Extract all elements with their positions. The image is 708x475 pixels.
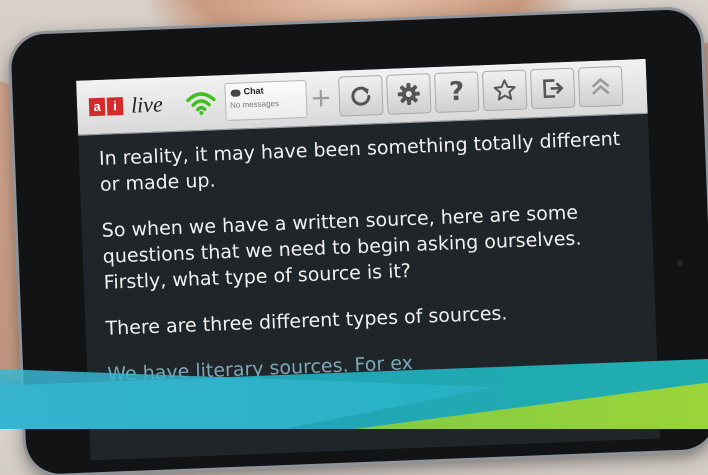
paragraph-3: There are three different types of sourc… [105,302,508,340]
logo-word: live [130,91,164,118]
chat-title: Chat [243,85,264,97]
logo-letter-a: a [88,97,106,117]
help-button[interactable]: ? [434,71,480,113]
wifi-icon [186,92,216,115]
exit-icon [543,79,564,99]
add-button[interactable]: + [308,81,333,116]
chat-status: No messages [229,98,280,110]
app-logo: a i live [88,91,164,118]
star-icon [493,79,516,101]
gear-icon [397,82,420,106]
favorite-button[interactable] [481,69,528,112]
chevron-up-icon [591,77,610,95]
paragraph-2: So when we have a written source, here a… [101,201,582,294]
app-toolbar: a i live Chat No messages + ? [76,58,648,136]
plus-icon: + [309,82,333,114]
help-icon: ? [448,76,465,108]
collapse-button[interactable] [577,65,624,108]
chat-panel[interactable]: Chat No messages [224,79,308,122]
settings-button[interactable] [386,73,432,115]
camera-dot [676,259,684,267]
refresh-button[interactable] [338,75,384,117]
refresh-icon [351,86,371,106]
logo-letter-i: i [106,96,124,116]
exit-button[interactable] [529,67,576,110]
chat-bubble-icon [230,89,241,97]
paragraph-1: In reality, it may have been something t… [98,127,621,196]
